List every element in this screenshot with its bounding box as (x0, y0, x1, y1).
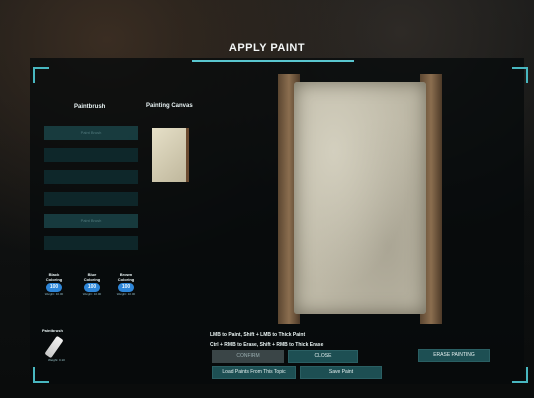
brush-slot-1[interactable]: Paint Brush (44, 126, 138, 140)
dye-weight: Weight: 10.00 (116, 292, 136, 296)
paintbrush-icon (44, 335, 64, 359)
dye-amount: 100 (84, 283, 100, 292)
dye-brown[interactable]: Brown Coloring 100 Weight: 10.00 (114, 272, 138, 296)
dye-amount: 100 (46, 283, 62, 292)
erase-painting-button[interactable]: ERASE PAINTING (418, 349, 490, 362)
instruction-line-2: Ctrl + RMB to Erase, Shift + RMB to Thic… (210, 342, 324, 348)
dye-name: Black Coloring (45, 272, 63, 282)
dye-weight: Weight: 10.00 (44, 292, 64, 296)
corner-bracket-bottom-left (33, 367, 49, 383)
brush-slot-4[interactable] (44, 192, 138, 206)
painting-surface[interactable] (278, 74, 442, 324)
brush-slot-label: Paint Brush (80, 218, 102, 223)
brush-slot-2[interactable] (44, 148, 138, 162)
load-paints-button[interactable]: Load Paints From This Topic (212, 366, 296, 379)
paintbrush-item[interactable]: Paintbrush Weight: 0.10 (42, 328, 72, 362)
dye-name: Brown Coloring (117, 272, 135, 282)
canvas-parchment[interactable] (294, 82, 426, 314)
close-button[interactable]: CLOSE (288, 350, 358, 363)
canvas-thumbnail[interactable] (152, 128, 189, 182)
dye-name: Blue Coloring (83, 272, 101, 282)
title-underline (192, 60, 354, 62)
paintbrush-item-weight: Weight: 0.10 (48, 358, 65, 362)
brush-slot-3[interactable] (44, 170, 138, 184)
brush-slot-5[interactable]: Paint Brush (44, 214, 138, 228)
window-title: APPLY PAINT (228, 42, 306, 54)
canvas-heading: Painting Canvas (146, 103, 193, 109)
paintbrush-item-name: Paintbrush (42, 328, 63, 333)
dye-black[interactable]: Black Coloring 100 Weight: 10.00 (42, 272, 66, 296)
dye-blue[interactable]: Blue Coloring 100 Weight: 10.00 (80, 272, 104, 296)
instruction-line-1: LMB to Paint, Shift + LMB to Thick Paint (210, 332, 306, 338)
paintbrush-heading: Paintbrush (74, 104, 106, 110)
corner-bracket-top-left (33, 67, 49, 83)
brush-slot-label: Paint Brush (80, 130, 102, 135)
confirm-button[interactable]: CONFIRM (212, 350, 284, 363)
dye-amount: 100 (118, 283, 134, 292)
brush-slot-6[interactable] (44, 236, 138, 250)
corner-bracket-top-right (512, 67, 528, 83)
dye-weight: Weight: 10.00 (82, 292, 102, 296)
save-paint-button[interactable]: Save Paint (300, 366, 382, 379)
corner-bracket-bottom-right (512, 367, 528, 383)
